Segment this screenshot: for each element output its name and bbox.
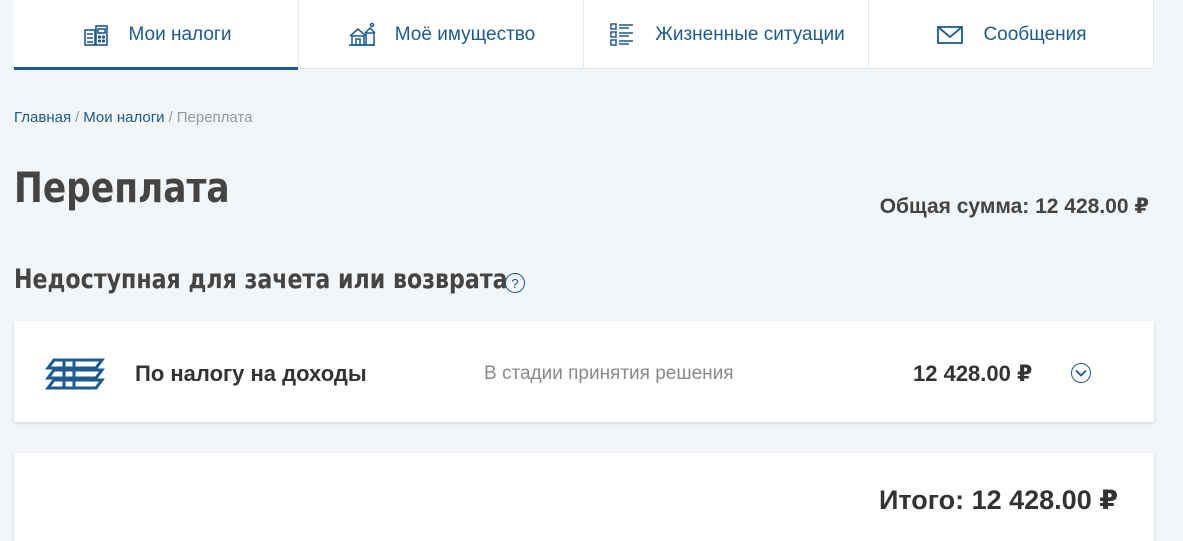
income-tax-icon: [44, 356, 106, 392]
tab-messages[interactable]: Сообщения: [869, 0, 1154, 69]
tab-label: Жизненные ситуации: [655, 23, 845, 45]
item-name: По налогу на доходы: [135, 361, 367, 386]
breadcrumb: Главная / Мои налоги / Переплата: [14, 109, 252, 126]
summary-card: Итого: 12 428.00 ₽: [14, 453, 1154, 541]
calculator-icon: [81, 20, 111, 50]
breadcrumb-taxes-link[interactable]: Мои налоги: [83, 109, 164, 126]
help-icon[interactable]: ?: [505, 273, 525, 293]
chevron-down-icon[interactable]: [1071, 363, 1091, 383]
checklist-icon: [607, 20, 637, 50]
section-title: Недоступная для зачета или возврата: [14, 264, 508, 295]
breadcrumb-separator: /: [75, 109, 80, 126]
tab-label: Моё имущество: [394, 23, 536, 45]
breadcrumb-home-link[interactable]: Главная: [14, 109, 71, 126]
item-status: В стадии принятия решения: [484, 363, 734, 384]
breadcrumb-current: Переплата: [176, 109, 253, 126]
item-amount: 12 428.00 ₽: [913, 361, 1033, 386]
tab-life-situations[interactable]: Жизненные ситуации: [584, 0, 869, 69]
page-title: Переплата: [14, 163, 230, 212]
property-icon: [347, 20, 377, 50]
main-tabs: Мои налоги Моё имущество Жизненные ситуа…: [14, 0, 1154, 70]
breadcrumb-separator: /: [168, 109, 173, 126]
tab-label: Сообщения: [983, 23, 1087, 45]
total-sum: Общая сумма: 12 428.00 ₽: [879, 195, 1149, 218]
envelope-icon: [935, 20, 965, 50]
tab-label: Мои налоги: [128, 23, 232, 45]
tab-my-property[interactable]: Моё имущество: [299, 0, 584, 69]
summary-total: Итого: 12 428.00 ₽: [878, 485, 1118, 515]
tab-my-taxes[interactable]: Мои налоги: [14, 0, 299, 70]
overpayment-item[interactable]: По налогу на доходы В стадии принятия ре…: [14, 321, 1154, 422]
